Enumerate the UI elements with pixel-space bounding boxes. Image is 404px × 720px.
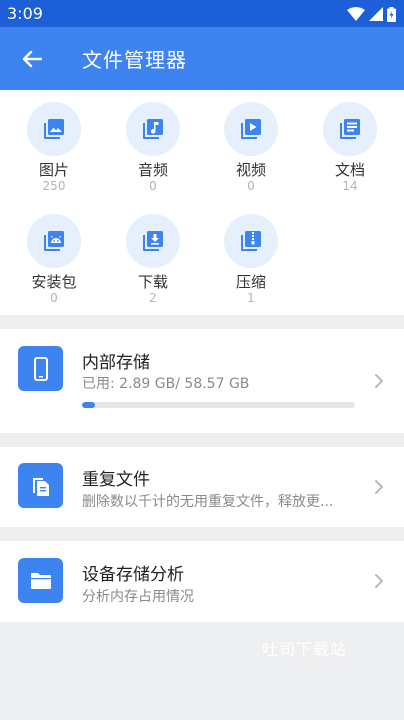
internal-storage-card[interactable]: 内部存储 已用: 2.89 GB/ 58.57 GB [0, 329, 404, 433]
storage-progress-fill [82, 402, 96, 408]
status-bar: 3:09 [0, 0, 404, 27]
category-count: 1 [247, 291, 255, 305]
duplicates-title: 重复文件 [82, 470, 150, 490]
category-label: 图片 [38, 161, 69, 179]
page-title: 文件管理器 [82, 48, 187, 72]
android-package-icon [44, 231, 64, 251]
signal-icon [369, 7, 383, 21]
category-count: 0 [50, 291, 58, 305]
status-time: 3:09 [7, 4, 43, 23]
chevron-right-icon [375, 574, 383, 588]
category-count: 250 [42, 179, 66, 193]
category-label: 安装包 [31, 273, 77, 291]
image-icon [44, 119, 64, 139]
storage-usage: 已用: 2.89 GB/ 58.57 GB [82, 376, 250, 392]
category-audio[interactable]: 音频 0 [113, 102, 193, 193]
status-icons [347, 6, 396, 22]
duplicate-files-icon [32, 477, 49, 496]
category-icon-wrap [224, 214, 278, 268]
video-icon [241, 119, 261, 139]
category-icon-wrap [323, 102, 377, 156]
download-icon [143, 231, 163, 251]
back-arrow-icon [22, 50, 42, 68]
storage-analysis-card[interactable]: 设备存储分析 分析内存占用情况 [0, 541, 404, 622]
analysis-subtitle: 分析内存占用情况 [82, 589, 194, 605]
document-icon [340, 119, 360, 139]
card-icon-wrap [18, 463, 63, 508]
battery-icon [387, 6, 396, 22]
category-icon-wrap [27, 102, 81, 156]
category-icon-wrap [126, 214, 180, 268]
app-bar: 文件管理器 [0, 27, 404, 90]
category-archives[interactable]: 压缩 1 [211, 214, 291, 305]
phone-icon [33, 356, 48, 381]
analysis-title: 设备存储分析 [82, 565, 184, 585]
category-video[interactable]: 视频 0 [211, 102, 291, 193]
chevron-right-icon [375, 374, 383, 388]
storage-progress [82, 402, 355, 408]
zip-icon [241, 231, 261, 251]
folder-icon [30, 572, 51, 589]
card-icon-wrap [18, 346, 63, 391]
card-icon-wrap [18, 558, 63, 603]
category-icon-wrap [126, 102, 180, 156]
category-downloads[interactable]: 下载 2 [113, 214, 193, 305]
category-count: 0 [247, 179, 255, 193]
category-images[interactable]: 图片 250 [14, 102, 94, 193]
watermark-text: 吐司下载站 [262, 640, 348, 659]
category-label: 文档 [334, 161, 365, 179]
category-count: 0 [149, 179, 157, 193]
category-packages[interactable]: 安装包 0 [14, 214, 94, 305]
duplicate-files-card[interactable]: 重复文件 删除数以千计的无用重复文件，释放更... [0, 447, 404, 527]
category-icon-wrap [27, 214, 81, 268]
category-icon-wrap [224, 102, 278, 156]
duplicates-subtitle: 删除数以千计的无用重复文件，释放更... [82, 494, 334, 510]
category-label: 压缩 [235, 273, 266, 291]
music-icon [143, 119, 163, 139]
category-count: 2 [149, 291, 157, 305]
storage-title: 内部存储 [82, 353, 150, 373]
category-label: 视频 [235, 161, 266, 179]
chevron-right-icon [375, 480, 383, 494]
category-count: 14 [342, 179, 358, 193]
category-label: 下载 [137, 273, 168, 291]
wifi-icon [347, 7, 365, 21]
category-documents[interactable]: 文档 14 [310, 102, 390, 193]
category-label: 音频 [137, 161, 168, 179]
category-grid: 图片 250 音频 0 视频 0 文档 14 安装包 0 下载 2 压缩 1 [0, 90, 404, 315]
back-button[interactable] [14, 41, 50, 77]
